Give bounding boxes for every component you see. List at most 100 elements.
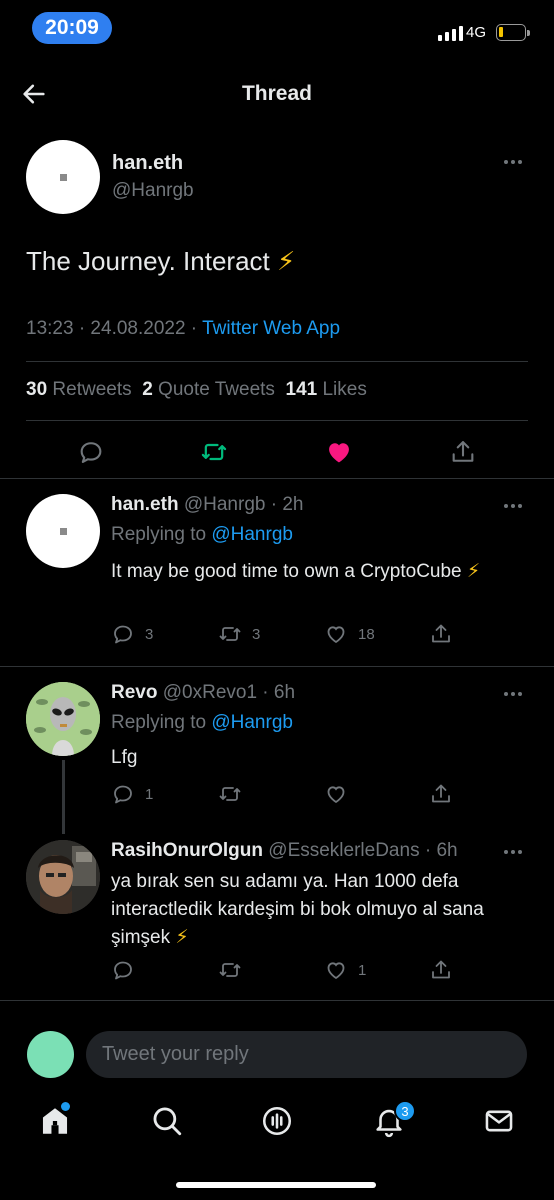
replying-label: Replying to <box>111 712 207 733</box>
author-name[interactable]: han.eth <box>112 152 183 175</box>
tab-bar: 3 <box>0 1090 554 1200</box>
quotes-count[interactable]: 2 <box>142 379 153 400</box>
tweet-timestamp: 13:23 · 24.08.2022 · <box>26 318 198 339</box>
reply-text: Lfg <box>111 747 138 768</box>
home-indicator <box>176 1182 376 1188</box>
retweet-icon <box>219 787 241 801</box>
avatar[interactable] <box>26 682 100 756</box>
avatar[interactable] <box>27 1031 74 1078</box>
thread-connector <box>62 760 65 834</box>
tweet-text: The Journey. Interact ⚡ <box>26 246 295 277</box>
author-handle[interactable]: @0xRevo1 · 6h <box>163 682 295 703</box>
tweet-stats: 30 Retweets 2 Quote Tweets 141 Likes <box>26 379 367 401</box>
more-icon[interactable] <box>504 692 526 698</box>
retweet-icon[interactable] <box>200 438 228 466</box>
reply-icon[interactable] <box>77 438 105 466</box>
more-icon[interactable] <box>504 850 526 856</box>
tweet-meta: 13:23 · 24.08.2022 · Twitter Web App <box>26 318 340 340</box>
avatar[interactable] <box>26 140 100 214</box>
reply-header: RasihOnurOlgun @EsseklerleDans · 6h <box>111 840 458 862</box>
photo-avatar-art <box>26 840 100 914</box>
retweets-label[interactable]: Retweets <box>52 379 131 400</box>
reply-button[interactable]: 3 <box>111 622 153 646</box>
reply-text: It may be good time to own a CryptoCube … <box>111 561 481 582</box>
reply-actions: 1 <box>111 782 531 808</box>
reply-count: 3 <box>145 625 154 643</box>
signal-icon <box>438 26 463 41</box>
messages-icon[interactable] <box>482 1104 516 1138</box>
status-time: 20:09 <box>32 12 112 44</box>
share-icon <box>432 784 450 803</box>
like-icon[interactable] <box>325 438 353 466</box>
tweet-text-body: The Journey. Interact <box>26 246 270 276</box>
replying-to: Replying to @Hanrgb <box>111 712 293 734</box>
reply-button[interactable]: 1 <box>111 782 153 806</box>
share-button[interactable] <box>429 622 453 646</box>
reply-icon <box>114 961 132 980</box>
author-name[interactable]: RasihOnurOlgun <box>111 840 263 861</box>
reply-text: ya bırak sen su adamı ya. Han 1000 defa … <box>111 871 484 948</box>
avatar[interactable] <box>26 840 100 914</box>
share-icon <box>432 960 450 979</box>
share-button[interactable] <box>429 958 453 982</box>
spaces-icon[interactable] <box>260 1104 294 1138</box>
share-icon[interactable] <box>449 438 477 466</box>
like-icon <box>327 626 345 644</box>
reply-actions: 1 <box>111 958 531 984</box>
reply-composer <box>0 1018 554 1090</box>
replying-label: Replying to <box>111 524 207 545</box>
author-handle[interactable]: @EsseklerleDans · 6h <box>268 840 457 861</box>
alien-avatar-art <box>26 682 100 756</box>
thread-header: Thread <box>0 68 554 120</box>
like-icon <box>327 786 345 804</box>
replying-to-link[interactable]: @Hanrgb <box>211 712 293 733</box>
page-title: Thread <box>241 82 312 105</box>
reply-icon <box>114 625 132 644</box>
network-label: 4G <box>466 24 487 41</box>
quotes-label[interactable]: Quote Tweets <box>158 379 275 400</box>
replying-to: Replying to @Hanrgb <box>111 524 293 546</box>
reply-count: 1 <box>145 785 154 803</box>
like-button[interactable]: 1 <box>324 958 366 982</box>
status-bar: 20:09 4G <box>0 0 554 58</box>
share-icon <box>432 624 450 643</box>
reply-input[interactable] <box>86 1031 527 1078</box>
tweet-source-link[interactable]: Twitter Web App <box>202 318 340 339</box>
retweet-button[interactable] <box>218 958 252 982</box>
more-icon[interactable] <box>504 504 526 510</box>
like-count: 18 <box>358 625 375 643</box>
divider <box>0 1000 554 1001</box>
reply-header: han.eth @Hanrgb · 2h <box>111 494 303 516</box>
retweet-icon <box>219 627 241 641</box>
retweet-button[interactable]: 3 <box>218 622 260 646</box>
author-name[interactable]: han.eth <box>111 494 179 515</box>
reply-actions: 3 3 18 <box>111 622 531 648</box>
author-handle[interactable]: @Hanrgb · 2h <box>184 494 304 515</box>
more-icon[interactable] <box>504 160 526 166</box>
retweet-count: 3 <box>252 625 261 643</box>
share-button[interactable] <box>429 782 453 806</box>
home-unread-dot <box>61 1102 70 1111</box>
like-button[interactable] <box>324 782 358 806</box>
notifications-badge: 3 <box>394 1100 416 1122</box>
avatar[interactable] <box>26 494 100 568</box>
replying-to-link[interactable]: @Hanrgb <box>211 524 293 545</box>
bolt-emoji: ⚡ <box>276 246 296 276</box>
retweet-icon <box>219 963 241 977</box>
reply-tweet[interactable]: Revo @0xRevo1 · 6h Replying to @Hanrgb L… <box>0 666 554 826</box>
reply-header: Revo @0xRevo1 · 6h <box>111 682 295 704</box>
author-name[interactable]: Revo <box>111 682 157 703</box>
author-handle[interactable]: @Hanrgb <box>112 180 194 202</box>
like-icon <box>327 962 345 980</box>
retweets-count[interactable]: 30 <box>26 379 47 400</box>
reply-button[interactable] <box>111 958 145 982</box>
search-icon[interactable] <box>150 1104 184 1138</box>
divider <box>26 420 528 421</box>
likes-count[interactable]: 141 <box>286 379 318 400</box>
like-button[interactable]: 18 <box>324 622 375 646</box>
likes-label[interactable]: Likes <box>322 379 366 400</box>
retweet-button[interactable] <box>218 782 252 806</box>
reply-tweet[interactable]: han.eth @Hanrgb · 2h Replying to @Hanrgb… <box>0 478 554 666</box>
main-tweet-actions <box>0 430 554 472</box>
reply-tweet[interactable]: RasihOnurOlgun @EsseklerleDans · 6h ya b… <box>0 830 554 1000</box>
